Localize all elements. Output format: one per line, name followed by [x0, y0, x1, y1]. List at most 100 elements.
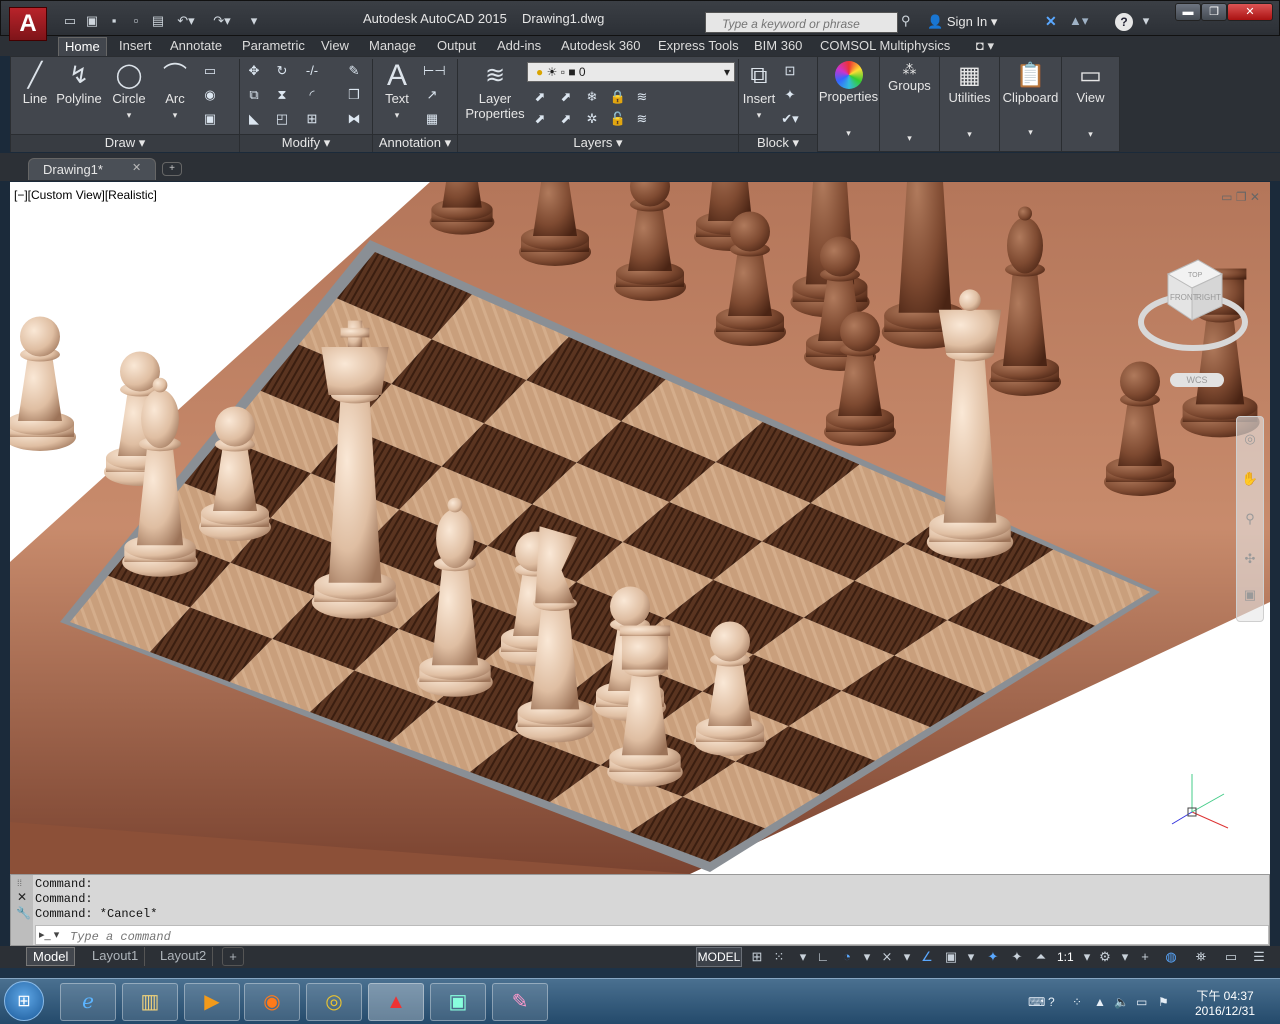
close-tab-icon[interactable]: ✕	[132, 161, 141, 174]
fillet-icon[interactable]: ◜	[303, 87, 321, 103]
annotation-visibility-icon[interactable]: ✦	[984, 949, 1002, 965]
mirror-icon[interactable]: ⧗	[273, 87, 291, 103]
new-icon[interactable]: ▭	[61, 13, 79, 29]
start-button[interactable]: ⊞	[4, 981, 44, 1021]
snap-icon[interactable]: ⁙	[770, 949, 788, 965]
show-hidden-icons[interactable]: ▲	[1094, 995, 1106, 1009]
application-menu-button[interactable]: A	[9, 7, 47, 41]
table-icon[interactable]: ▦	[423, 111, 441, 127]
tab-output[interactable]: Output	[431, 37, 482, 56]
zoom-icon[interactable]: ⚲	[1241, 511, 1259, 527]
tab-insert[interactable]: Insert	[113, 37, 158, 56]
annotation-scale[interactable]: 1:1	[1057, 950, 1074, 964]
showmotion-icon[interactable]: ▣	[1241, 587, 1259, 603]
erase-icon[interactable]: ✎	[345, 63, 363, 79]
undo-icon[interactable]: ↶▾	[173, 13, 199, 29]
firefox-icon[interactable]: ◉	[244, 983, 300, 1021]
paint-icon[interactable]: ✎	[492, 983, 548, 1021]
layers-panel-title[interactable]: Layers ▾	[458, 134, 738, 152]
array-icon[interactable]: ⊞	[303, 111, 321, 127]
tab-add-ins[interactable]: Add-ins	[491, 37, 547, 56]
clipboard-button[interactable]: 📋 Clipboard ▾	[999, 57, 1061, 151]
move-icon[interactable]: ✥	[245, 63, 263, 79]
new-layout-button[interactable]: +	[222, 947, 244, 966]
utilities-button[interactable]: ▦ Utilities ▾	[939, 57, 999, 151]
layer-unisolate-icon[interactable]: ⬈	[557, 111, 575, 127]
navigation-bar[interactable]: ◎ ✋ ⚲ ✣ ▣	[1236, 416, 1264, 622]
copy-icon[interactable]: ⧉	[245, 87, 263, 103]
customize-qat-icon[interactable]: ▾	[245, 13, 263, 29]
grid-icon[interactable]: ⊞	[748, 949, 766, 965]
circle-tool[interactable]: ◯ Circle ▾	[107, 61, 151, 121]
media-player-icon[interactable]: ▶	[184, 983, 240, 1021]
object-snap-icon[interactable]: ▣	[942, 949, 960, 965]
help-tray-icon[interactable]: ?	[1048, 995, 1055, 1009]
groups-button[interactable]: ⁂ Groups ▾	[879, 57, 939, 151]
file-explorer-icon[interactable]: ▥	[122, 983, 178, 1021]
properties-button[interactable]: Properties ▾	[817, 57, 879, 151]
hatch-icon[interactable]: ◉	[201, 87, 219, 103]
block-panel-title[interactable]: Block ▾	[739, 134, 817, 152]
new-tab-button[interactable]: +	[162, 162, 182, 176]
offset-icon[interactable]: ⧓	[345, 111, 363, 127]
scale-icon[interactable]: ◰	[273, 111, 291, 127]
view-button[interactable]: ▭ View ▾	[1061, 57, 1119, 151]
minimize-button[interactable]: ▬	[1175, 3, 1201, 21]
isodraft-dropdown-icon[interactable]: ▾	[898, 949, 916, 965]
annotation-scale-icon[interactable]: ⏶	[1032, 949, 1050, 965]
layer-freeze-icon[interactable]: ❄	[583, 89, 601, 105]
drawing-viewport[interactable]: [−][Custom View][Realistic] ▭ ❐ ✕ TOP FR…	[10, 182, 1270, 874]
workspace-dropdown-icon[interactable]: ▾	[1116, 949, 1134, 965]
object-snap-dropdown-icon[interactable]: ▾	[962, 949, 980, 965]
tab-annotate[interactable]: Annotate	[164, 37, 228, 56]
tab-manage[interactable]: Manage	[363, 37, 422, 56]
annotation-monitor-icon[interactable]: +	[1136, 949, 1154, 965]
help-icon[interactable]: ?	[1115, 13, 1133, 31]
insert-button[interactable]: ⧉ Insert ▾	[739, 61, 779, 121]
customization-icon[interactable]: ☰	[1250, 949, 1268, 965]
taskbar-clock[interactable]: 下午 04:37 2016/12/31	[1180, 989, 1270, 1019]
ribbon-toggle-icon[interactable]: ◘ ▾	[970, 37, 1000, 56]
tab-express-tools[interactable]: Express Tools	[652, 37, 745, 56]
tab-home[interactable]: Home	[58, 37, 107, 56]
explode-icon[interactable]: ❒	[345, 87, 363, 103]
keyboard-icon[interactable]: ⌨	[1028, 995, 1045, 1009]
close-button[interactable]: ✕	[1227, 3, 1273, 21]
scale-dropdown-icon[interactable]: ▾	[1078, 949, 1096, 965]
polar-icon[interactable]: ◔	[838, 949, 856, 965]
ucs-menu[interactable]: WCS	[1170, 373, 1224, 387]
create-block-icon[interactable]: ⊡	[781, 63, 799, 79]
layer-isolate-icon[interactable]: ⬈	[557, 89, 575, 105]
help-dropdown-icon[interactable]: ▾	[1137, 13, 1155, 29]
layer-on-icon[interactable]: ⬈	[531, 111, 549, 127]
tab-parametric[interactable]: Parametric	[236, 37, 311, 56]
a360-icon[interactable]: ▲▾	[1069, 13, 1088, 29]
text-tool[interactable]: A Text ▾	[375, 61, 419, 121]
save-icon[interactable]: ▪	[105, 13, 123, 29]
object-snap-tracking-icon[interactable]: ∠	[918, 949, 936, 965]
redo-icon[interactable]: ↷▾	[209, 13, 235, 29]
viewcube[interactable]: TOP FRONT RIGHT	[1138, 252, 1248, 362]
edit-block-icon[interactable]: ✦	[781, 87, 799, 103]
ortho-icon[interactable]: ∟	[814, 949, 832, 965]
tab-model[interactable]: Model	[26, 947, 76, 966]
open-icon[interactable]: ▣	[83, 13, 101, 29]
steering-wheel-icon[interactable]: ◎	[1241, 431, 1259, 447]
arc-tool[interactable]: ⌒ Arc ▾	[153, 61, 197, 121]
viewport-controls-label[interactable]: [−][Custom View][Realistic]	[14, 188, 157, 202]
modify-panel-title[interactable]: Modify ▾	[240, 134, 372, 152]
layer-walk-icon[interactable]: ≋	[633, 111, 651, 127]
sign-in-button[interactable]: 👤 Sign In ▾	[927, 14, 997, 30]
snap-dropdown-icon[interactable]: ▾	[794, 949, 812, 965]
model-space-button[interactable]: MODEL	[696, 947, 742, 967]
search-input[interactable]	[705, 12, 898, 33]
trim-icon[interactable]: -/-	[303, 63, 321, 79]
tab-comsol[interactable]: COMSOL Multiphysics	[814, 37, 956, 56]
layer-dropdown[interactable]: ● ☀ ▫ ■ 0 ▾	[527, 62, 735, 82]
rotate-icon[interactable]: ↻	[273, 63, 291, 79]
tab-view[interactable]: View	[315, 37, 355, 56]
leader-icon[interactable]: ↗	[423, 87, 441, 103]
rectangle-icon[interactable]: ▭	[201, 63, 219, 79]
tab-autodesk-360[interactable]: Autodesk 360	[555, 37, 647, 56]
isolate-objects-icon[interactable]: ◍	[1162, 949, 1180, 965]
